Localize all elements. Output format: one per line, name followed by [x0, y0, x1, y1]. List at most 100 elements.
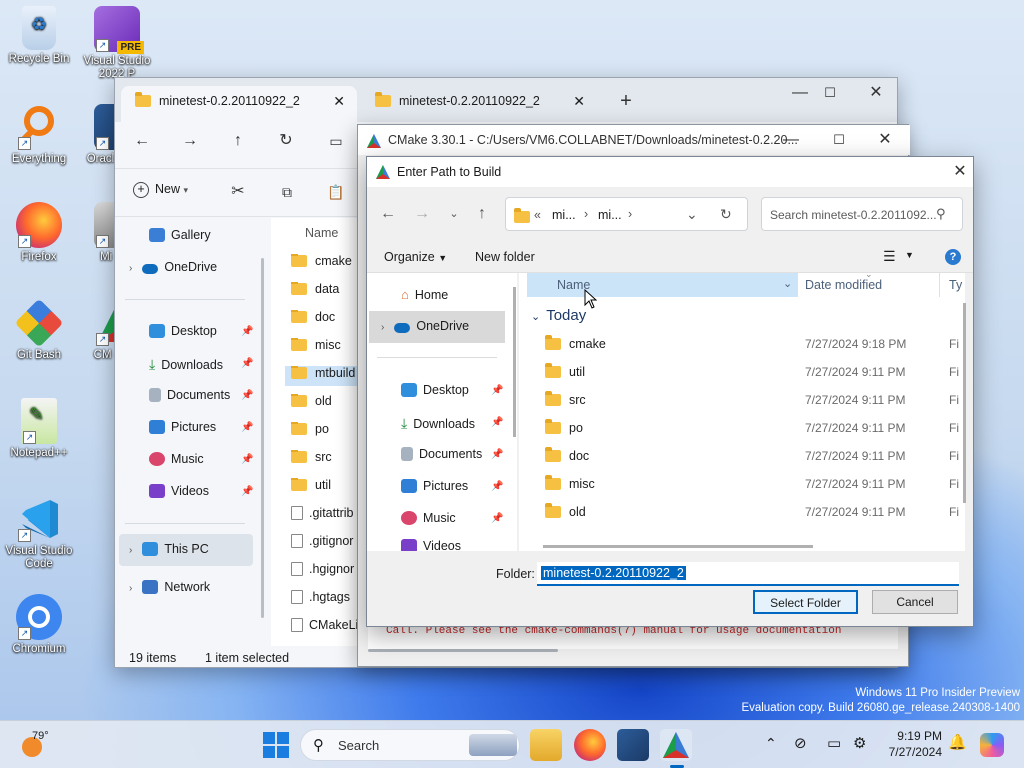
- folder-row[interactable]: util 7/27/2024 9:11 PM Fi: [545, 358, 959, 386]
- column-header-type[interactable]: Ty: [949, 278, 962, 292]
- recent-dropdown-icon[interactable]: ⌄: [439, 199, 469, 229]
- log-scrollbar[interactable]: [368, 649, 558, 652]
- nav-scrollbar[interactable]: [513, 287, 516, 437]
- nav-item-downloads[interactable]: ⤓ Downloads: [149, 356, 223, 373]
- desktop-icon-git-bash[interactable]: Git Bash: [0, 298, 78, 362]
- close-tab-icon[interactable]: ✕: [573, 86, 585, 116]
- refresh-icon[interactable]: ↻: [720, 206, 732, 223]
- cut-icon[interactable]: ✂: [223, 177, 253, 207]
- chevron-right-icon[interactable]: ›: [129, 583, 132, 594]
- close-window-icon[interactable]: ✕: [870, 125, 900, 155]
- close-window-icon[interactable]: ✕: [861, 78, 891, 108]
- chevron-right-icon[interactable]: ›: [381, 322, 384, 333]
- up-arrow-icon[interactable]: ↑: [467, 199, 497, 229]
- folder-picker-dialog[interactable]: Enter Path to Build ✕ ← → ⌄ ↑ « mi... › …: [366, 156, 974, 627]
- nav-item-pictures[interactable]: Pictures: [401, 479, 468, 493]
- view-dropdown-icon[interactable]: ▼: [905, 250, 914, 260]
- sort-dropdown-icon[interactable]: ⌄: [783, 277, 792, 290]
- desktop-icon-chromium[interactable]: ↗ Chromium: [0, 594, 78, 656]
- nav-item-documents[interactable]: Documents: [149, 388, 230, 402]
- nav-scrollbar[interactable]: [261, 258, 264, 618]
- desktop-icon-recycle-bin[interactable]: ♻ Recycle Bin: [0, 6, 78, 66]
- list-hscrollbar[interactable]: [543, 545, 813, 548]
- nav-item-onedrive[interactable]: › OneDrive: [369, 311, 505, 343]
- column-header-name[interactable]: Name: [305, 226, 338, 240]
- help-icon[interactable]: ?: [945, 249, 961, 265]
- column-header-date[interactable]: Date modified: [805, 278, 882, 292]
- back-arrow-icon[interactable]: ←: [373, 199, 403, 229]
- nav-item-home[interactable]: ⌂ Home: [401, 287, 448, 302]
- close-dialog-icon[interactable]: ✕: [945, 157, 975, 187]
- network-icon[interactable]: ⊘: [794, 734, 807, 752]
- firefox-taskbar-icon[interactable]: [574, 729, 606, 761]
- taskbar-search[interactable]: ⚲ Search: [300, 729, 520, 761]
- explorer-tab-2[interactable]: minetest-0.2.20110922_2 ✕: [361, 86, 597, 122]
- up-arrow-icon[interactable]: ↑: [223, 126, 253, 156]
- folder-row[interactable]: src 7/27/2024 9:11 PM Fi: [545, 386, 959, 414]
- forward-arrow-icon[interactable]: →: [407, 199, 437, 229]
- view-options-icon[interactable]: ☰: [883, 248, 896, 265]
- nav-item-gallery[interactable]: Gallery: [149, 228, 211, 242]
- folder-row[interactable]: misc 7/27/2024 9:11 PM Fi: [545, 470, 959, 498]
- desktop-icon-visual-studio[interactable]: ↗ PRE Visual Studio 2022 P: [78, 6, 156, 81]
- copilot-icon[interactable]: [980, 733, 1004, 757]
- address-dropdown-icon[interactable]: ⌄: [686, 206, 698, 223]
- copy-icon[interactable]: ⧉: [272, 177, 302, 207]
- nav-item-desktop[interactable]: Desktop: [149, 324, 217, 338]
- chevron-right-icon[interactable]: ›: [129, 263, 132, 274]
- nav-item-desktop[interactable]: Desktop: [401, 383, 469, 397]
- nav-item-downloads[interactable]: ⤓ Downloads: [401, 415, 475, 432]
- start-button-icon[interactable]: [263, 732, 289, 758]
- group-header-today[interactable]: ⌄ Today: [531, 307, 586, 324]
- maximize-icon[interactable]: ☐: [824, 125, 854, 155]
- desktop-icon-vscode[interactable]: ↗ Visual Studio Code: [0, 496, 78, 571]
- nav-item-pictures[interactable]: Pictures: [149, 420, 216, 434]
- breadcrumb-item[interactable]: mi...: [552, 208, 576, 222]
- cancel-button[interactable]: Cancel: [872, 590, 958, 614]
- nav-item-network[interactable]: › Network: [129, 580, 210, 594]
- settings-icon[interactable]: ⚙: [853, 734, 866, 752]
- view-icon[interactable]: ▭: [321, 126, 351, 156]
- nav-item-this-pc[interactable]: › This PC: [119, 534, 253, 566]
- maximize-icon[interactable]: ☐: [815, 78, 845, 108]
- back-arrow-icon[interactable]: ←: [127, 126, 157, 156]
- desktop-icon-everything[interactable]: ↗ Everything: [0, 104, 78, 166]
- virtualbox-taskbar-icon[interactable]: [617, 729, 649, 761]
- desktop-icon-firefox[interactable]: ↗ Firefox: [0, 202, 78, 264]
- nav-item-music[interactable]: Music: [401, 511, 456, 525]
- minimize-icon[interactable]: —: [776, 125, 806, 155]
- show-hidden-icons-chevron[interactable]: ⌃: [765, 735, 777, 752]
- folder-row[interactable]: cmake 7/27/2024 9:18 PM Fi: [545, 330, 959, 358]
- organize-button[interactable]: Organize ▼: [384, 250, 447, 264]
- file-explorer-taskbar-icon[interactable]: [530, 729, 562, 761]
- explorer-tab-active[interactable]: minetest-0.2.20110922_2 ✕: [121, 86, 357, 122]
- search-box[interactable]: Search minetest-0.2.2011092... ⚲: [761, 197, 963, 231]
- breadcrumb-item[interactable]: mi...: [598, 208, 622, 222]
- new-button[interactable]: + New ▾: [133, 182, 188, 198]
- cmake-taskbar-icon[interactable]: [660, 729, 692, 761]
- nav-item-videos[interactable]: Videos: [401, 539, 461, 551]
- clock[interactable]: 9:19 PM 7/27/2024: [882, 729, 942, 759]
- nav-item-onedrive[interactable]: › OneDrive: [129, 260, 217, 274]
- minimize-icon[interactable]: —: [785, 78, 815, 108]
- paste-icon[interactable]: 📋: [321, 177, 351, 207]
- folder-row[interactable]: old 7/27/2024 9:11 PM Fi: [545, 498, 959, 526]
- address-bar[interactable]: « mi... › mi... › ⌄ ↻: [505, 197, 748, 231]
- display-icon[interactable]: ▭: [827, 734, 841, 752]
- new-folder-button[interactable]: New folder: [475, 250, 535, 264]
- folder-row[interactable]: po 7/27/2024 9:11 PM Fi: [545, 414, 959, 442]
- refresh-icon[interactable]: ↻: [271, 126, 301, 156]
- folder-row[interactable]: doc 7/27/2024 9:11 PM Fi: [545, 442, 959, 470]
- forward-arrow-icon[interactable]: →: [175, 126, 205, 156]
- column-header-name[interactable]: Name ⌄: [527, 273, 797, 297]
- folder-name-input[interactable]: minetest-0.2.20110922_2: [537, 562, 959, 586]
- nav-item-music[interactable]: Music: [149, 452, 204, 466]
- nav-item-videos[interactable]: Videos: [149, 484, 209, 498]
- chevron-right-icon[interactable]: ›: [129, 545, 132, 556]
- list-vscrollbar[interactable]: [963, 303, 966, 503]
- overflow-chevron[interactable]: «: [534, 208, 541, 222]
- select-folder-button[interactable]: Select Folder: [753, 590, 858, 614]
- new-tab-icon[interactable]: +: [611, 86, 641, 116]
- notification-bell-icon[interactable]: 🔔: [948, 733, 967, 751]
- nav-item-documents[interactable]: Documents: [401, 447, 482, 461]
